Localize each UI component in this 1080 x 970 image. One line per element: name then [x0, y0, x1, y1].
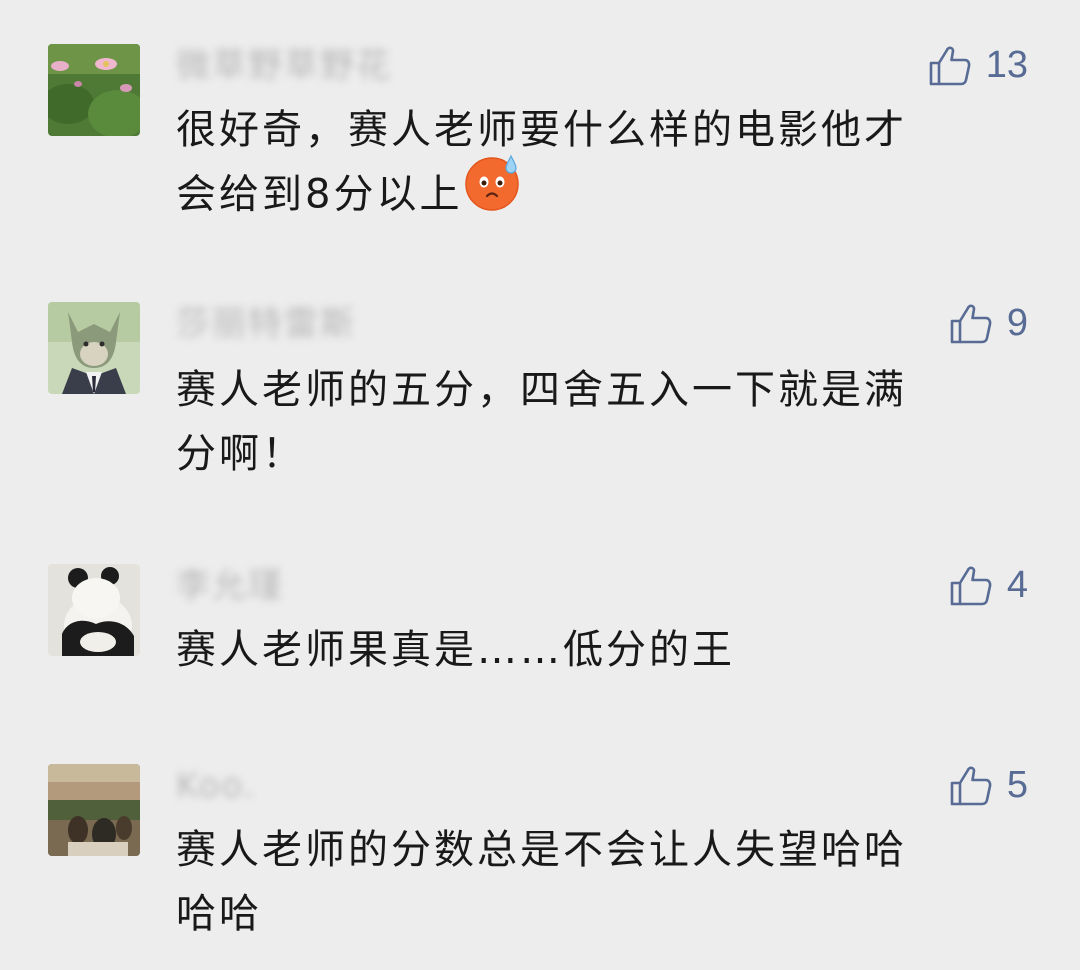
comment-text-line: 分啊！ — [176, 431, 305, 477]
comment-text: 赛人老师的五分，四舍五入一下就是满 分啊！ — [176, 358, 1026, 486]
landscape-photo-avatar — [48, 764, 140, 856]
avatar[interactable] — [48, 764, 140, 856]
thumbs-up-icon — [950, 304, 992, 344]
comment-text-line: 赛人老师的五分，四舍五入一下就是满 — [176, 367, 907, 413]
panda-avatar — [48, 564, 140, 656]
like-button[interactable]: 9 — [949, 298, 1028, 348]
comment-text-line: 赛人老师的分数总是不会让人失望哈哈 — [176, 827, 907, 873]
comment-text-line: 赛人老师果真是……低分的王 — [176, 627, 735, 673]
flower-photo-avatar — [48, 44, 140, 136]
anxious-sweat-face-emoji — [464, 152, 524, 231]
like-button[interactable]: 4 — [949, 560, 1028, 610]
comment-text-line: 哈哈 — [176, 891, 262, 937]
like-count: 9 — [1006, 301, 1028, 344]
like-button[interactable]: 13 — [928, 40, 1028, 90]
comment-text: 很好奇，赛人老师要什么样的电影他才 会给到8分以上 — [176, 98, 1026, 231]
comment-text-line: 很好奇，赛人老师要什么样的电影他才 — [176, 107, 907, 153]
username[interactable]: 莎丽特雷斯 — [176, 302, 356, 346]
username[interactable]: Koo. — [176, 764, 256, 808]
like-count: 4 — [1006, 563, 1028, 606]
avatar[interactable] — [48, 302, 140, 394]
thumbs-up-icon — [929, 46, 971, 86]
thumbs-up-icon — [950, 566, 992, 606]
comment-text: 赛人老师果真是……低分的王 — [176, 618, 1026, 682]
username[interactable]: 微草野草野花 — [176, 44, 392, 88]
wolf-character-avatar — [48, 302, 140, 394]
comment-text-line-wrapper: 会给到8分以上 — [176, 154, 1026, 231]
like-button[interactable]: 5 — [949, 760, 1028, 810]
comment-text: 赛人老师的分数总是不会让人失望哈哈 哈哈 — [176, 818, 1026, 946]
avatar[interactable] — [48, 564, 140, 656]
like-count: 5 — [1006, 763, 1028, 806]
thumbs-up-icon — [950, 766, 992, 806]
like-count: 13 — [985, 43, 1028, 86]
comment-text-line: 会给到8分以上 — [176, 171, 463, 218]
username[interactable]: 李允瑾 — [176, 564, 284, 608]
avatar[interactable] — [48, 44, 140, 136]
